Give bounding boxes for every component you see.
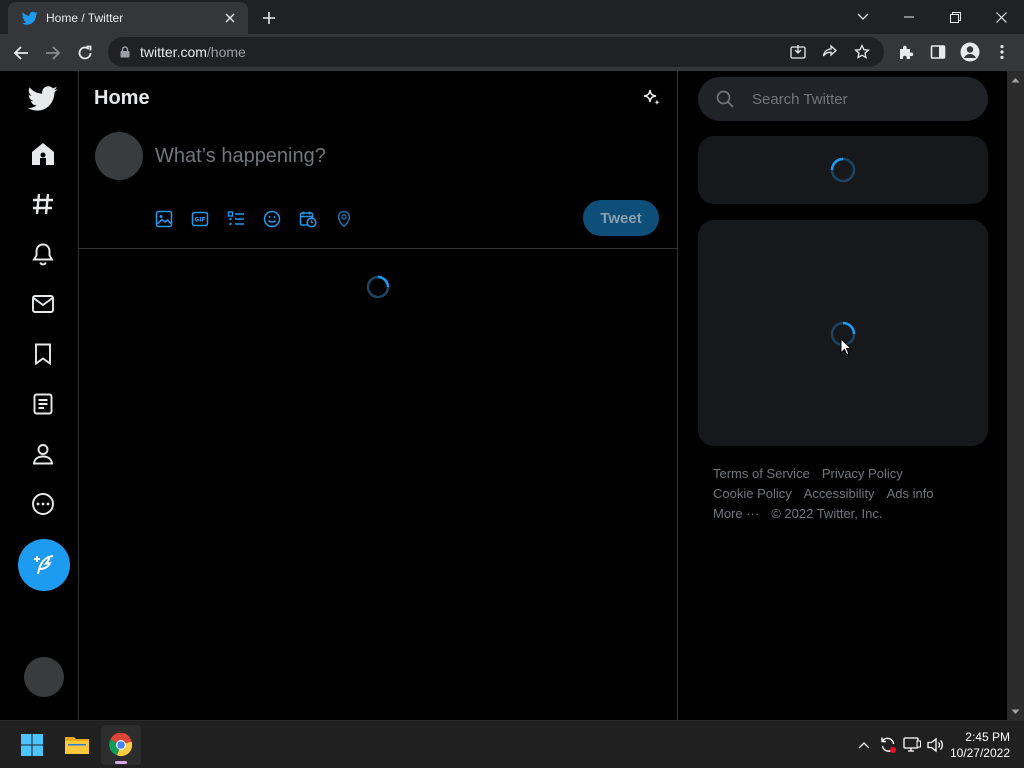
- composer-avatar: [95, 132, 143, 180]
- scroll-down-arrow-icon[interactable]: [1011, 707, 1020, 716]
- clock-date: 10/27/2022: [949, 746, 1010, 760]
- tab-close-icon[interactable]: [222, 10, 238, 26]
- who-to-follow-card: [698, 220, 988, 446]
- search-icon: [716, 90, 734, 108]
- footer-link[interactable]: Cookie Policy: [713, 486, 792, 501]
- profile-person-icon[interactable]: [18, 429, 68, 479]
- browser-tab[interactable]: Home / Twitter: [8, 2, 248, 34]
- more-circle-icon[interactable]: [18, 479, 68, 529]
- system-tray: 2:45 PM 10/27/2022: [852, 721, 1024, 768]
- close-window-icon[interactable]: [978, 0, 1024, 34]
- notifications-bell-icon[interactable]: [18, 229, 68, 279]
- svg-text:GIF: GIF: [194, 217, 205, 224]
- schedule-icon[interactable]: [299, 205, 335, 233]
- page-title: Home: [94, 87, 150, 109]
- lock-icon[interactable]: [120, 46, 130, 58]
- volume-icon[interactable]: [924, 730, 948, 760]
- reload-icon[interactable]: [69, 37, 101, 69]
- account-avatar[interactable]: [24, 657, 64, 697]
- windows-start-icon[interactable]: [12, 725, 52, 765]
- top-tweets-sparkle-icon[interactable]: [639, 85, 665, 111]
- extensions-puzzle-icon[interactable]: [890, 37, 922, 67]
- sync-alert-icon[interactable]: [876, 730, 900, 760]
- loading-spinner-icon: [366, 275, 390, 304]
- tweet-composer: What’s happening? GIF Tweet: [79, 125, 677, 249]
- browser-tab-strip: Home / Twitter: [0, 0, 1024, 34]
- home-icon[interactable]: [18, 129, 68, 179]
- chrome-taskbar-icon[interactable]: [101, 725, 141, 765]
- tweet-button[interactable]: Tweet: [583, 200, 659, 236]
- back-arrow-icon[interactable]: [5, 37, 37, 69]
- twitter-logo-icon[interactable]: [18, 73, 68, 123]
- copyright-text: © 2022 Twitter, Inc.: [771, 506, 883, 521]
- location-pin-icon[interactable]: [335, 205, 371, 233]
- new-tab-icon[interactable]: [258, 7, 280, 29]
- feather-plus-icon: [34, 555, 54, 575]
- mouse-pointer-icon: [840, 337, 853, 361]
- bookmarks-icon[interactable]: [18, 329, 68, 379]
- gif-icon[interactable]: GIF: [191, 205, 227, 233]
- forward-arrow-icon[interactable]: [37, 37, 69, 69]
- footer-link-more[interactable]: More ···: [713, 506, 759, 521]
- side-panel-icon[interactable]: [922, 37, 954, 67]
- messages-envelope-icon[interactable]: [18, 279, 68, 329]
- footer-link[interactable]: Terms of Service: [713, 466, 810, 481]
- trends-card: [698, 136, 988, 204]
- search-input[interactable]: Search Twitter: [698, 77, 988, 121]
- scroll-up-arrow-icon[interactable]: [1011, 75, 1020, 84]
- browser-toolbar: twitter.com/home: [0, 34, 1024, 71]
- explore-hashtag-icon[interactable]: [18, 179, 68, 229]
- page-scrollbar[interactable]: [1007, 71, 1024, 720]
- search-placeholder: Search Twitter: [752, 90, 848, 108]
- url-text: twitter.com/home: [140, 44, 246, 60]
- tab-title: Home / Twitter: [46, 11, 124, 25]
- footer-link[interactable]: Privacy Policy: [822, 466, 903, 481]
- restore-icon[interactable]: [932, 0, 978, 34]
- twitter-bird-icon: [22, 10, 38, 26]
- share-icon[interactable]: [814, 37, 846, 67]
- minimize-icon[interactable]: [886, 0, 932, 34]
- footer-link[interactable]: Ads info: [887, 486, 934, 501]
- footer-link[interactable]: Accessibility: [804, 486, 875, 501]
- emoji-icon[interactable]: [263, 205, 299, 233]
- install-app-icon[interactable]: [782, 37, 814, 67]
- address-bar[interactable]: twitter.com/home: [108, 37, 884, 67]
- composer-input[interactable]: What’s happening?: [155, 145, 655, 168]
- bookmark-star-icon[interactable]: [846, 37, 878, 67]
- loading-spinner-icon: [830, 157, 856, 188]
- poll-icon[interactable]: [227, 205, 263, 233]
- composer-toolbar: GIF: [155, 205, 371, 233]
- profile-icon[interactable]: [954, 37, 986, 67]
- twitter-page: Home What’s happening? GIF Tweet Search …: [0, 71, 1024, 720]
- chrome-menu-icon[interactable]: [986, 37, 1018, 67]
- tray-overflow-chevron-icon[interactable]: [852, 730, 876, 760]
- network-icon[interactable]: [900, 730, 924, 760]
- tab-search-chevron-icon[interactable]: [848, 0, 878, 34]
- sidebar-footer: Terms of Service Privacy Policy Cookie Po…: [713, 464, 973, 524]
- compose-tweet-button[interactable]: [18, 539, 70, 591]
- active-app-indicator: [115, 761, 127, 764]
- left-navigation: [0, 71, 79, 720]
- lists-icon[interactable]: [18, 379, 68, 429]
- timeline-header: Home: [79, 71, 677, 125]
- system-clock[interactable]: 2:45 PM 10/27/2022: [948, 729, 1024, 761]
- main-timeline: Home What’s happening? GIF Tweet: [79, 71, 678, 720]
- right-sidebar: Search Twitter Terms of Service Privacy P…: [678, 71, 1007, 720]
- windows-taskbar: 2:45 PM 10/27/2022: [0, 720, 1024, 768]
- file-explorer-icon[interactable]: [57, 725, 97, 765]
- clock-time: 2:45 PM: [965, 730, 1010, 744]
- media-image-icon[interactable]: [155, 205, 191, 233]
